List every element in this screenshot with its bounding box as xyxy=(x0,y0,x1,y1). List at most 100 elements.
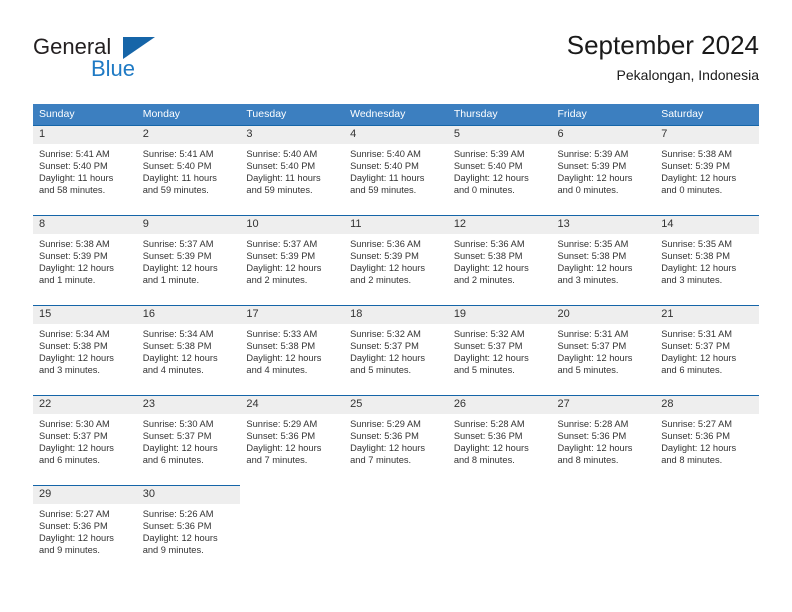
calendar-cell-empty xyxy=(552,485,656,575)
calendar-cell[interactable]: 20 Sunrise: 5:31 AM Sunset: 5:37 PM Dayligh… xyxy=(551,305,656,395)
calendar-cell[interactable]: 22 Sunrise: 5:30 AM Sunset: 5:37 PM Dayligh… xyxy=(33,395,137,485)
calendar-cell[interactable]: 13 Sunrise: 5:35 AM Sunset: 5:38 PM Dayligh… xyxy=(551,215,656,305)
daylight-text-line1: Daylight: 11 hours xyxy=(39,173,114,184)
sunset-text: Sunset: 5:39 PM xyxy=(39,251,108,262)
day-details: Sunrise: 5:39 AM Sunset: 5:40 PM Daylight:… xyxy=(448,144,552,196)
day-details: Sunrise: 5:27 AM Sunset: 5:36 PM Daylight:… xyxy=(655,414,759,466)
calendar-cell[interactable]: 4 Sunrise: 5:40 AM Sunset: 5:40 PM Daylight… xyxy=(344,125,448,215)
calendar-week-row: 22 Sunrise: 5:30 AM Sunset: 5:37 PM Dayligh… xyxy=(33,395,759,485)
calendar-header-row: Sunday Monday Tuesday Wednesday Thursday… xyxy=(33,104,759,125)
calendar-cell[interactable]: 7 Sunrise: 5:38 AM Sunset: 5:39 PM Daylight… xyxy=(655,125,759,215)
day-number xyxy=(240,485,344,503)
calendar-cell[interactable]: 16 Sunrise: 5:34 AM Sunset: 5:38 PM Dayligh… xyxy=(136,305,241,395)
day-details: Sunrise: 5:31 AM Sunset: 5:37 PM Daylight:… xyxy=(655,324,759,376)
calendar-cell[interactable]: 27 Sunrise: 5:28 AM Sunset: 5:36 PM Dayligh… xyxy=(551,395,656,485)
page-subtitle: Pekalongan, Indonesia xyxy=(616,67,759,83)
sunset-text: Sunset: 5:36 PM xyxy=(557,431,627,442)
calendar-cell[interactable]: 23 Sunrise: 5:30 AM Sunset: 5:37 PM Dayligh… xyxy=(136,395,241,485)
calendar-cell[interactable]: 19 Sunrise: 5:32 AM Sunset: 5:37 PM Dayligh… xyxy=(447,305,552,395)
day-details: Sunrise: 5:36 AM Sunset: 5:39 PM Daylight:… xyxy=(344,234,448,286)
calendar-cell[interactable]: 28 Sunrise: 5:27 AM Sunset: 5:36 PM Dayligh… xyxy=(655,395,759,485)
calendar-body: 1 Sunrise: 5:41 AM Sunset: 5:40 PM Daylight… xyxy=(33,125,759,575)
sunrise-text: Sunrise: 5:26 AM xyxy=(142,509,214,519)
calendar-cell[interactable]: 5 Sunrise: 5:39 AM Sunset: 5:40 PM Daylight… xyxy=(447,125,552,215)
day-number: 27 xyxy=(551,396,656,414)
calendar-cell[interactable]: 26 Sunrise: 5:28 AM Sunset: 5:36 PM Dayligh… xyxy=(447,395,552,485)
day-details: Sunrise: 5:39 AM Sunset: 5:39 PM Daylight:… xyxy=(552,144,656,196)
sunrise-text: Sunrise: 5:38 AM xyxy=(661,149,733,159)
calendar-cell[interactable]: 10 Sunrise: 5:37 AM Sunset: 5:39 PM Dayligh… xyxy=(240,215,345,305)
calendar-cell-empty xyxy=(344,485,448,575)
sunset-text: Sunset: 5:36 PM xyxy=(39,521,108,532)
calendar-cell[interactable]: 30 Sunrise: 5:26 AM Sunset: 5:36 PM Dayligh… xyxy=(136,485,241,575)
daylight-text-line2: and 6 minutes. xyxy=(39,455,100,466)
sunset-text: Sunset: 5:37 PM xyxy=(453,341,523,352)
daylight-text-line2: and 3 minutes. xyxy=(39,365,100,376)
day-details: Sunrise: 5:40 AM Sunset: 5:40 PM Daylight:… xyxy=(240,144,344,196)
sunset-text: Sunset: 5:37 PM xyxy=(142,431,212,442)
calendar-cell[interactable]: 29 Sunrise: 5:27 AM Sunset: 5:36 PM Dayligh… xyxy=(33,485,137,575)
general-blue-logo[interactable]: General Blue xyxy=(33,34,163,90)
sunrise-text: Sunrise: 5:34 AM xyxy=(39,329,110,339)
day-details: Sunrise: 5:41 AM Sunset: 5:40 PM Daylight:… xyxy=(33,144,137,196)
sunset-text: Sunset: 5:38 PM xyxy=(661,251,730,262)
day-number: 3 xyxy=(240,126,345,144)
calendar-cell[interactable]: 25 Sunrise: 5:29 AM Sunset: 5:36 PM Dayligh… xyxy=(344,395,448,485)
calendar-cell[interactable]: 6 Sunrise: 5:39 AM Sunset: 5:39 PM Daylight… xyxy=(551,125,656,215)
calendar-cell[interactable]: 14 Sunrise: 5:35 AM Sunset: 5:38 PM Dayligh… xyxy=(655,215,759,305)
daylight-text-line2: and 3 minutes. xyxy=(557,275,619,286)
calendar-cell[interactable]: 21 Sunrise: 5:31 AM Sunset: 5:37 PM Dayligh… xyxy=(655,305,759,395)
sunset-text: Sunset: 5:37 PM xyxy=(661,341,730,352)
daylight-text-line1: Daylight: 12 hours xyxy=(142,353,218,364)
day-number: 2 xyxy=(136,126,241,144)
daylight-text-line2: and 59 minutes. xyxy=(142,185,209,196)
day-number: 24 xyxy=(240,396,345,414)
day-number xyxy=(344,485,448,503)
calendar-cell[interactable]: 2 Sunrise: 5:41 AM Sunset: 5:40 PM Daylight… xyxy=(136,125,241,215)
day-details: Sunrise: 5:34 AM Sunset: 5:38 PM Daylight:… xyxy=(137,324,241,376)
daylight-text-line1: Daylight: 12 hours xyxy=(39,443,114,454)
sunset-text: Sunset: 5:36 PM xyxy=(350,431,419,442)
day-number: 30 xyxy=(136,486,241,504)
calendar-cell[interactable]: 1 Sunrise: 5:41 AM Sunset: 5:40 PM Daylight… xyxy=(33,125,137,215)
sunrise-text: Sunrise: 5:35 AM xyxy=(661,239,733,249)
calendar-cell[interactable]: 15 Sunrise: 5:34 AM Sunset: 5:38 PM Dayligh… xyxy=(33,305,137,395)
day-number xyxy=(552,485,656,503)
calendar-cell[interactable]: 24 Sunrise: 5:29 AM Sunset: 5:36 PM Dayligh… xyxy=(240,395,345,485)
sunrise-text: Sunrise: 5:39 AM xyxy=(557,149,629,159)
day-number: 5 xyxy=(447,126,552,144)
calendar-cell[interactable]: 11 Sunrise: 5:36 AM Sunset: 5:39 PM Dayligh… xyxy=(344,215,448,305)
daylight-text-line2: and 5 minutes. xyxy=(557,365,619,376)
calendar-cell[interactable]: 17 Sunrise: 5:33 AM Sunset: 5:38 PM Dayligh… xyxy=(240,305,345,395)
sunset-text: Sunset: 5:37 PM xyxy=(39,431,108,442)
calendar-week-row: 1 Sunrise: 5:41 AM Sunset: 5:40 PM Daylight… xyxy=(33,125,759,215)
day-number: 17 xyxy=(240,306,345,324)
day-number: 18 xyxy=(344,306,448,324)
sunset-text: Sunset: 5:39 PM xyxy=(350,251,419,262)
daylight-text-line1: Daylight: 11 hours xyxy=(350,173,425,184)
daylight-text-line2: and 0 minutes. xyxy=(453,185,515,196)
daylight-text-line1: Daylight: 12 hours xyxy=(350,263,426,274)
sunset-text: Sunset: 5:36 PM xyxy=(246,431,316,442)
calendar-cell[interactable]: 18 Sunrise: 5:32 AM Sunset: 5:37 PM Dayligh… xyxy=(344,305,448,395)
sunset-text: Sunset: 5:38 PM xyxy=(453,251,523,262)
sunset-text: Sunset: 5:37 PM xyxy=(557,341,627,352)
day-number: 1 xyxy=(33,126,137,144)
day-details: Sunrise: 5:32 AM Sunset: 5:37 PM Daylight:… xyxy=(448,324,552,376)
day-number: 15 xyxy=(33,306,137,324)
sunrise-text: Sunrise: 5:33 AM xyxy=(246,329,318,339)
day-details: Sunrise: 5:35 AM Sunset: 5:38 PM Daylight:… xyxy=(655,234,759,286)
calendar-cell[interactable]: 9 Sunrise: 5:37 AM Sunset: 5:39 PM Daylight… xyxy=(136,215,241,305)
sunrise-text: Sunrise: 5:38 AM xyxy=(39,239,110,249)
sunset-text: Sunset: 5:39 PM xyxy=(661,161,730,172)
calendar-cell[interactable]: 8 Sunrise: 5:38 AM Sunset: 5:39 PM Daylight… xyxy=(33,215,137,305)
day-details: Sunrise: 5:40 AM Sunset: 5:40 PM Daylight:… xyxy=(344,144,448,196)
calendar-cell[interactable]: 12 Sunrise: 5:36 AM Sunset: 5:38 PM Dayligh… xyxy=(447,215,552,305)
sunrise-text: Sunrise: 5:40 AM xyxy=(350,149,421,159)
daylight-text-line1: Daylight: 12 hours xyxy=(661,263,737,274)
sunset-text: Sunset: 5:40 PM xyxy=(350,161,419,172)
calendar-cell[interactable]: 3 Sunrise: 5:40 AM Sunset: 5:40 PM Daylight… xyxy=(240,125,345,215)
sunset-text: Sunset: 5:40 PM xyxy=(453,161,523,172)
day-number: 28 xyxy=(655,396,759,414)
day-number: 14 xyxy=(655,216,759,234)
